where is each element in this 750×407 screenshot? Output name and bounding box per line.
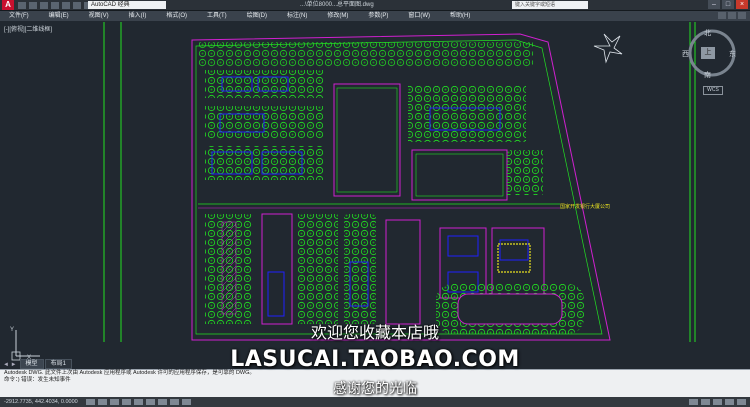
- snap-toggle-icon[interactable]: [86, 399, 95, 405]
- viewport-controls-label[interactable]: [-][俯视][二维线框]: [4, 24, 52, 33]
- quick-access-toolbar: [18, 0, 92, 10]
- otrack-toggle-icon[interactable]: [146, 399, 155, 405]
- viewcube-north[interactable]: 北: [704, 28, 711, 38]
- menu-window[interactable]: 窗口(W): [399, 11, 441, 21]
- model-space-icon[interactable]: [689, 399, 698, 405]
- document-window-controls: [718, 12, 746, 19]
- lock-icon[interactable]: [725, 399, 734, 405]
- ortho-toggle-icon[interactable]: [110, 399, 119, 405]
- menu-insert[interactable]: 插入(I): [120, 11, 158, 21]
- search-input[interactable]: 键入关键字或短语: [512, 1, 588, 9]
- viewcube-west[interactable]: 西: [682, 49, 689, 59]
- menu-view[interactable]: 视图(V): [80, 11, 120, 21]
- print-icon[interactable]: [62, 1, 70, 9]
- open-icon[interactable]: [29, 1, 37, 9]
- dyn-toggle-icon[interactable]: [170, 399, 179, 405]
- menu-modify[interactable]: 修改(M): [318, 11, 359, 21]
- watermark-welcome: 欢迎您收藏本店哦: [310, 323, 439, 342]
- fullscreen-icon[interactable]: [737, 399, 746, 405]
- menu-edit[interactable]: 编辑(E): [40, 11, 80, 21]
- ducs-toggle-icon[interactable]: [158, 399, 167, 405]
- doc-restore-button[interactable]: [728, 12, 736, 19]
- tab-layout1[interactable]: 布局1: [44, 359, 72, 369]
- menu-draw[interactable]: 绘图(D): [238, 11, 278, 21]
- minimize-button[interactable]: –: [708, 0, 720, 9]
- close-button[interactable]: ×: [736, 0, 748, 9]
- save-icon[interactable]: [40, 1, 48, 9]
- annotation-scale-icon[interactable]: [701, 399, 710, 405]
- menu-format[interactable]: 格式(O): [157, 11, 198, 21]
- layout-tabs: ◄ ► 模型 布局1: [0, 359, 250, 369]
- site-plan-drawing: [11, 22, 696, 361]
- drawing-text-label: 国家开发银行大厦公司: [560, 204, 611, 210]
- status-right-tools: [689, 399, 746, 405]
- workspace-dropdown[interactable]: AutoCAD 经典: [88, 1, 166, 9]
- menu-parametric[interactable]: 参数(P): [359, 11, 399, 21]
- ucs-y-label: Y: [10, 327, 15, 333]
- osnap-toggle-icon[interactable]: [134, 399, 143, 405]
- viewcube-south[interactable]: 南: [704, 70, 711, 80]
- title-bar: A AutoCAD 经典 ...\单位8000...总平面图.dwg 键入关键字…: [0, 0, 750, 11]
- save-as-icon[interactable]: [51, 1, 59, 9]
- viewcube-east[interactable]: 东: [729, 49, 736, 59]
- menu-tools[interactable]: 工具(T): [198, 11, 238, 21]
- menu-file[interactable]: 文件(F): [0, 11, 40, 21]
- workspace-switch-icon[interactable]: [713, 399, 722, 405]
- watermark-thanks: 感谢您的光临: [333, 381, 417, 397]
- autocad-logo-icon[interactable]: A: [2, 0, 14, 10]
- status-bar: -2912.7735, 442.4034, 0.0000: [0, 397, 750, 407]
- maximize-button[interactable]: □: [722, 0, 734, 9]
- polar-toggle-icon[interactable]: [122, 399, 131, 405]
- tab-model[interactable]: 模型: [19, 359, 44, 369]
- viewcube-top-face[interactable]: 上: [701, 47, 715, 59]
- tab-scroll-arrows-icon[interactable]: ◄ ►: [0, 361, 20, 369]
- doc-minimize-button[interactable]: [718, 12, 726, 19]
- menu-help[interactable]: 帮助(H): [441, 11, 481, 21]
- drafting-toggles: [86, 399, 191, 405]
- grid-toggle-icon[interactable]: [98, 399, 107, 405]
- undo-icon[interactable]: [73, 1, 81, 9]
- document-title: ...\单位8000...总平面图.dwg: [300, 2, 374, 8]
- new-icon[interactable]: [18, 1, 26, 9]
- menu-bar: 文件(F) 编辑(E) 视图(V) 插入(I) 格式(O) 工具(T) 绘图(D…: [0, 11, 750, 21]
- watermark-shop-url: LASUCAI.TAOBAO.COM: [230, 347, 520, 372]
- menu-dimension[interactable]: 标注(N): [278, 11, 318, 21]
- coordinate-readout[interactable]: -2912.7735, 442.4034, 0.0000: [0, 399, 82, 405]
- wcs-dropdown[interactable]: WCS: [703, 86, 723, 95]
- lwt-toggle-icon[interactable]: [182, 399, 191, 405]
- doc-close-button[interactable]: [738, 12, 746, 19]
- window-controls: – □ ×: [708, 0, 748, 9]
